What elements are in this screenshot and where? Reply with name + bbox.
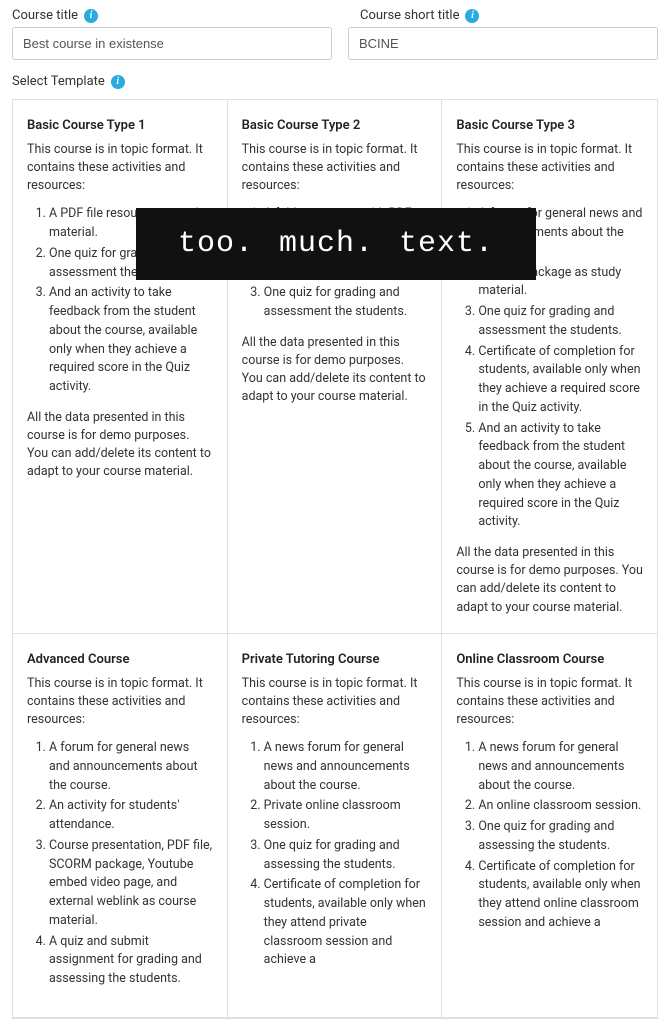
list-item: A forum for general news and announcemen…: [478, 205, 643, 261]
template-title: Advanced Course: [27, 652, 213, 667]
template-list: A forum for general news and announcemen…: [27, 739, 213, 989]
template-footer: All the data presented in this course is…: [242, 334, 428, 407]
list-item: Course presentation, PDF file, SCORM pac…: [49, 837, 213, 931]
template-title: Basic Course Type 1: [27, 118, 213, 133]
list-item: A quiz and submit assignment for grading…: [49, 933, 213, 989]
list-item: One quiz for grading and assessment the …: [478, 303, 643, 341]
list-item: And an activity to take feedback from th…: [478, 420, 643, 533]
list-item: One quiz for grading and assessing the s…: [264, 837, 428, 875]
list-item: Certificate of completion for students, …: [478, 343, 643, 418]
list-item: One quiz for grading and assessment the …: [264, 284, 428, 322]
template-card[interactable]: Basic Course Type 2 This course is in top…: [228, 100, 443, 634]
template-intro: This course is in topic format. It conta…: [27, 675, 213, 729]
template-intro: This course is in topic format. It conta…: [27, 141, 213, 195]
template-intro: This course is in topic format. It conta…: [456, 141, 643, 195]
template-title: Basic Course Type 2: [242, 118, 428, 133]
course-short-title-label-text: Course short title: [360, 8, 459, 23]
template-card[interactable]: Online Classroom Course This course is in…: [442, 634, 657, 1018]
template-intro: This course is in topic format. It conta…: [242, 675, 428, 729]
template-list: A folder resource with PDF and Word docu…: [242, 205, 428, 322]
template-list: A PDF file resource as study material.On…: [27, 205, 213, 397]
course-short-title-label: Course short title i: [360, 8, 658, 23]
course-title-label: Course title i: [12, 8, 344, 23]
template-footer: All the data presented in this course is…: [27, 409, 213, 482]
template-card[interactable]: Private Tutoring Course This course is in…: [228, 634, 443, 1018]
template-title: Basic Course Type 3: [456, 118, 643, 133]
course-short-title-input[interactable]: [348, 27, 658, 60]
list-item: And an activity to take feedback from th…: [49, 284, 213, 397]
list-item: A folder resource with PDF and Word docu…: [264, 205, 428, 261]
list-item: A Youtube embed video page: [264, 264, 428, 283]
info-icon[interactable]: i: [465, 9, 479, 23]
list-item: A PDF file resource as study material.: [49, 205, 213, 243]
template-intro: This course is in topic format. It conta…: [242, 141, 428, 195]
list-item: An activity for students' attendance.: [49, 797, 213, 835]
template-card[interactable]: Basic Course Type 1 This course is in top…: [13, 100, 228, 634]
template-list: A news forum for general news and announ…: [456, 739, 643, 933]
template-card[interactable]: Basic Course Type 3 This course is in top…: [442, 100, 657, 634]
list-item: A news forum for general news and announ…: [264, 739, 428, 795]
template-footer: All the data presented in this course is…: [456, 544, 643, 617]
template-grid: Basic Course Type 1 This course is in top…: [12, 99, 658, 1019]
template-title: Online Classroom Course: [456, 652, 643, 667]
list-item: A news forum for general news and announ…: [478, 739, 643, 795]
list-item: Certificate of completion for students, …: [478, 858, 643, 933]
template-list: A news forum for general news and announ…: [242, 739, 428, 970]
list-item: SCORM package as study material.: [478, 264, 643, 302]
select-template-label-text: Select Template: [12, 74, 105, 89]
course-title-label-text: Course title: [12, 8, 78, 23]
list-item: Private online classroom session.: [264, 797, 428, 835]
list-item: Certificate of completion for students, …: [264, 876, 428, 970]
template-card[interactable]: Advanced Course This course is in topic f…: [13, 634, 228, 1018]
template-title: Private Tutoring Course: [242, 652, 428, 667]
template-list: A forum for general news and announcemen…: [456, 205, 643, 532]
template-intro: This course is in topic format. It conta…: [456, 675, 643, 729]
course-title-input[interactable]: [12, 27, 332, 60]
list-item: A forum for general news and announcemen…: [49, 739, 213, 795]
list-item: One quiz for grading and assessing the s…: [478, 818, 643, 856]
list-item: One quiz for grading and assessment the …: [49, 245, 213, 283]
select-template-label: Select Template i: [12, 74, 658, 89]
info-icon[interactable]: i: [111, 75, 125, 89]
info-icon[interactable]: i: [84, 9, 98, 23]
list-item: An online classroom session.: [478, 797, 643, 816]
